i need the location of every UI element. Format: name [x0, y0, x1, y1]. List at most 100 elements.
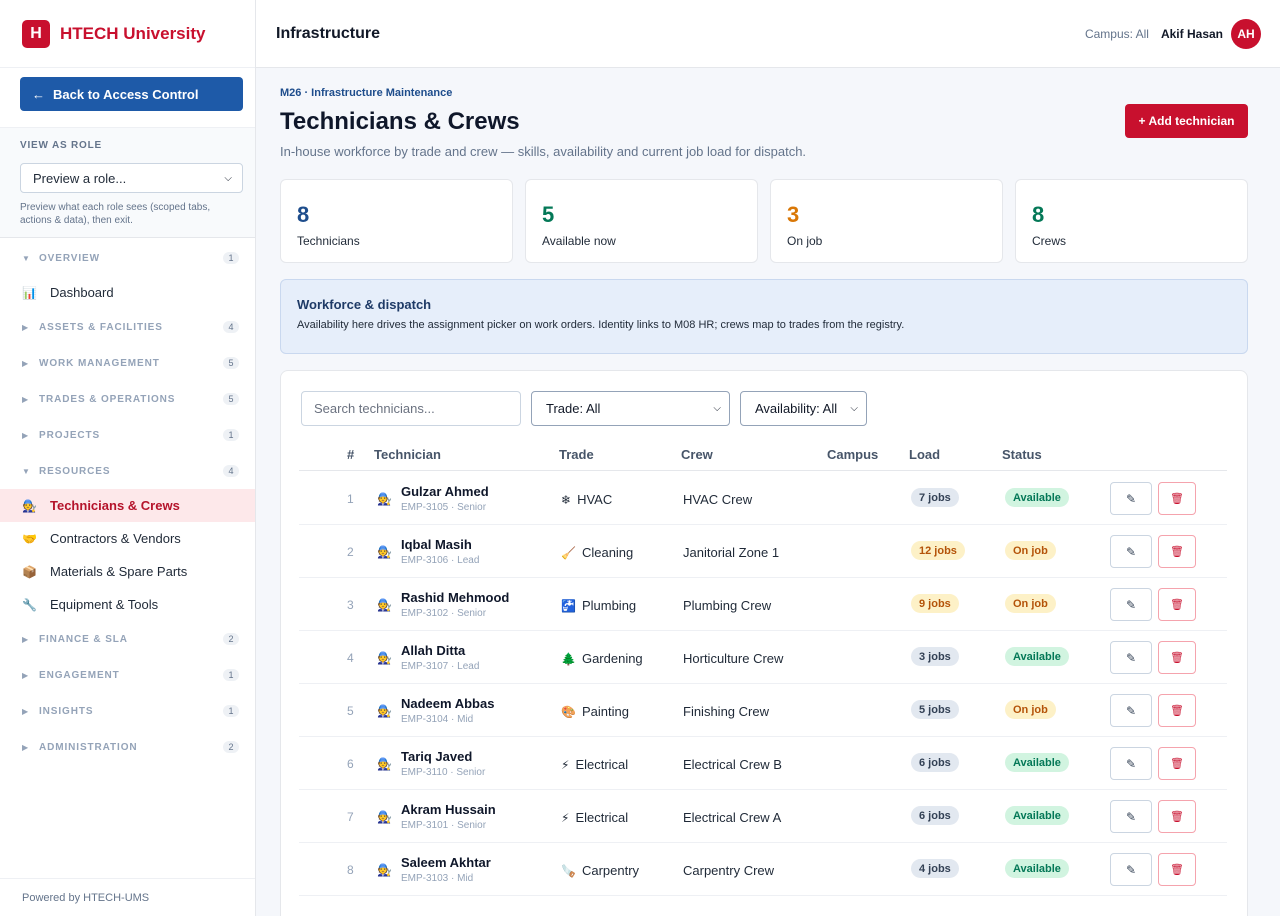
trade-filter-value: Trade: All	[546, 401, 601, 416]
edit-button[interactable]: ✎	[1110, 482, 1152, 515]
sidebar-item-contractors-vendors[interactable]: 🤝 Contractors & Vendors	[0, 522, 255, 555]
table-row[interactable]: 5 🧑‍🔧 Nadeem Abbas EMP-3104 · Mid 🎨 Painting F…	[299, 684, 1227, 737]
main-content: M26 · Infrastructure Maintenance Technic…	[256, 68, 1280, 916]
technician-name[interactable]: Gulzar Ahmed	[401, 484, 489, 499]
edit-button[interactable]: ✎	[1110, 641, 1152, 674]
user-name[interactable]: Akif Hasan	[1161, 27, 1223, 41]
sidebar-item-dashboard[interactable]: 📊 Dashboard	[0, 276, 255, 309]
row-index: 2	[347, 545, 354, 559]
edit-button[interactable]: ✎	[1110, 694, 1152, 727]
edit-button[interactable]: ✎	[1110, 535, 1152, 568]
trade-cell: 🪚 Carpentry	[561, 863, 639, 878]
trade-label: Electrical	[575, 757, 629, 772]
col-header-trade[interactable]: Trade	[559, 447, 594, 462]
page-subtitle: In-house workforce by trade and crew — s…	[280, 144, 807, 159]
technician-meta: EMP-3110 · Senior	[401, 767, 486, 778]
brand[interactable]: H HTECH University	[0, 0, 255, 68]
nav-section-resources[interactable]: ▼ RESOURCES 4	[0, 453, 255, 489]
sidebar-item-technicians-crews[interactable]: 🧑‍🔧 Technicians & Crews	[0, 489, 255, 522]
table-row[interactable]: 7 🧑‍🔧 Akram Hussain EMP-3101 · Senior ⚡ Elect…	[299, 790, 1227, 843]
stat-label: Crews	[1032, 234, 1067, 248]
nav-section-count: 1	[223, 252, 239, 264]
stat-card-technicians: 8 Technicians	[280, 179, 513, 263]
delete-button[interactable]: 🗑	[1158, 641, 1196, 674]
table-body: 1 🧑‍🔧 Gulzar Ahmed EMP-3105 · Senior ❄ HVAC HV…	[299, 472, 1227, 896]
nav-section-count: 4	[223, 465, 239, 477]
technician-name[interactable]: Rashid Mehmood	[401, 590, 509, 605]
module-title: Infrastructure	[276, 24, 381, 42]
table-row[interactable]: 6 🧑‍🔧 Tariq Javed EMP-3110 · Senior ⚡ Electri…	[299, 737, 1227, 790]
sidebar-item-label: Materials & Spare Parts	[50, 564, 188, 579]
nav-section-assets[interactable]: ▶ ASSETS & FACILITIES 4	[0, 309, 255, 345]
search-input[interactable]: Search technicians...	[301, 391, 521, 426]
technician-name[interactable]: Tariq Javed	[401, 749, 472, 764]
nav-section-finance-sla[interactable]: ▶ FINANCE & SLA 2	[0, 621, 255, 657]
nav-section-work-management[interactable]: ▶ WORK MANAGEMENT 5	[0, 345, 255, 381]
technician-name[interactable]: Allah Ditta	[401, 643, 465, 658]
trade-filter-select[interactable]: Trade: All ⌵	[531, 391, 730, 426]
table-row[interactable]: 2 🧑‍🔧 Iqbal Masih EMP-3106 · Lead 🧹 Cleaning J…	[299, 525, 1227, 578]
edit-button[interactable]: ✎	[1110, 747, 1152, 780]
col-header-load[interactable]: Load	[909, 447, 940, 462]
delete-button[interactable]: 🗑	[1158, 588, 1196, 621]
nav-section-count: 5	[223, 357, 239, 369]
col-header-crew[interactable]: Crew	[681, 447, 713, 462]
edit-button[interactable]: ✎	[1110, 588, 1152, 621]
trash-icon: 🗑	[1170, 811, 1184, 823]
nav-section-engagement[interactable]: ▶ ENGAGEMENT 1	[0, 657, 255, 693]
nav-section-count: 1	[223, 705, 239, 717]
delete-button[interactable]: 🗑	[1158, 853, 1196, 886]
col-header-campus[interactable]: Campus	[827, 447, 878, 462]
table-row[interactable]: 8 🧑‍🔧 Saleem Akhtar EMP-3103 · Mid 🪚 Carpentr…	[299, 843, 1227, 896]
nav-section-trades[interactable]: ▶ TRADES & OPERATIONS 5	[0, 381, 255, 417]
crew-cell: Horticulture Crew	[683, 651, 784, 666]
role-hint: Preview what each role sees (scoped tabs…	[20, 202, 211, 226]
edit-button[interactable]: ✎	[1110, 853, 1152, 886]
delete-button[interactable]: 🗑	[1158, 694, 1196, 727]
table-row[interactable]: 3 🧑‍🔧 Rashid Mehmood EMP-3102 · Senior 🚰 Plum…	[299, 578, 1227, 631]
nav-section-projects[interactable]: ▶ PROJECTS 1	[0, 417, 255, 453]
row-index: 8	[347, 863, 354, 877]
technicians-panel: Search technicians... Trade: All ⌵ Avail…	[280, 370, 1248, 916]
back-to-access-control-button[interactable]: ← Back to Access Control	[20, 77, 243, 111]
availability-filter-select[interactable]: Availability: All ⌵	[740, 391, 867, 426]
trade-label: Carpentry	[581, 863, 640, 878]
delete-button[interactable]: 🗑	[1158, 535, 1196, 568]
nav-section-label: OVERVIEW	[39, 252, 100, 264]
technician-name[interactable]: Saleem Akhtar	[401, 855, 491, 870]
row-index: 5	[347, 704, 354, 718]
status-badge: Available	[1005, 859, 1069, 878]
pencil-icon: ✎	[1125, 544, 1137, 559]
role-preview-select[interactable]: Preview a role... ⌵	[20, 163, 243, 193]
load-badge: 12 jobs	[911, 541, 965, 560]
delete-button[interactable]: 🗑	[1158, 747, 1196, 780]
add-technician-button[interactable]: + Add technician	[1125, 104, 1248, 138]
sidebar-item-equipment-tools[interactable]: 🔧 Equipment & Tools	[0, 588, 255, 621]
sidebar-item-label: Contractors & Vendors	[50, 531, 181, 546]
arrow-left-icon: ←	[32, 86, 45, 102]
nav-section-administration[interactable]: ▶ ADMINISTRATION 2	[0, 729, 255, 765]
delete-button[interactable]: 🗑	[1158, 800, 1196, 833]
trade-cell: ❄ HVAC	[561, 492, 612, 507]
campus-selector[interactable]: Campus: All	[1085, 27, 1149, 41]
technician-meta: EMP-3105 · Senior	[401, 502, 487, 513]
edit-button[interactable]: ✎	[1110, 800, 1152, 833]
crew-cell: Janitorial Zone 1	[683, 545, 780, 560]
col-header-technician[interactable]: Technician	[374, 447, 441, 462]
stat-value: 5	[542, 202, 555, 227]
caret-right-icon: ▶	[22, 358, 29, 368]
technician-name[interactable]: Akram Hussain	[401, 802, 496, 817]
row-index: 4	[347, 651, 354, 665]
trade-label: Cleaning	[581, 545, 634, 560]
chart-icon: 📊	[22, 285, 37, 300]
nav-section-overview[interactable]: ▼ OVERVIEW 1	[0, 240, 255, 276]
technician-name[interactable]: Nadeem Abbas	[401, 696, 494, 711]
nav-section-insights[interactable]: ▶ INSIGHTS 1	[0, 693, 255, 729]
col-header-status[interactable]: Status	[1002, 447, 1042, 462]
delete-button[interactable]: 🗑	[1158, 482, 1196, 515]
table-row[interactable]: 1 🧑‍🔧 Gulzar Ahmed EMP-3105 · Senior ❄ HVAC HV…	[299, 472, 1227, 525]
technician-name[interactable]: Iqbal Masih	[401, 537, 472, 552]
sidebar-item-materials[interactable]: 📦 Materials & Spare Parts	[0, 555, 255, 588]
table-row[interactable]: 4 🧑‍🔧 Allah Ditta EMP-3107 · Lead 🌲 Gardening…	[299, 631, 1227, 684]
avatar[interactable]: AH	[1231, 18, 1261, 49]
